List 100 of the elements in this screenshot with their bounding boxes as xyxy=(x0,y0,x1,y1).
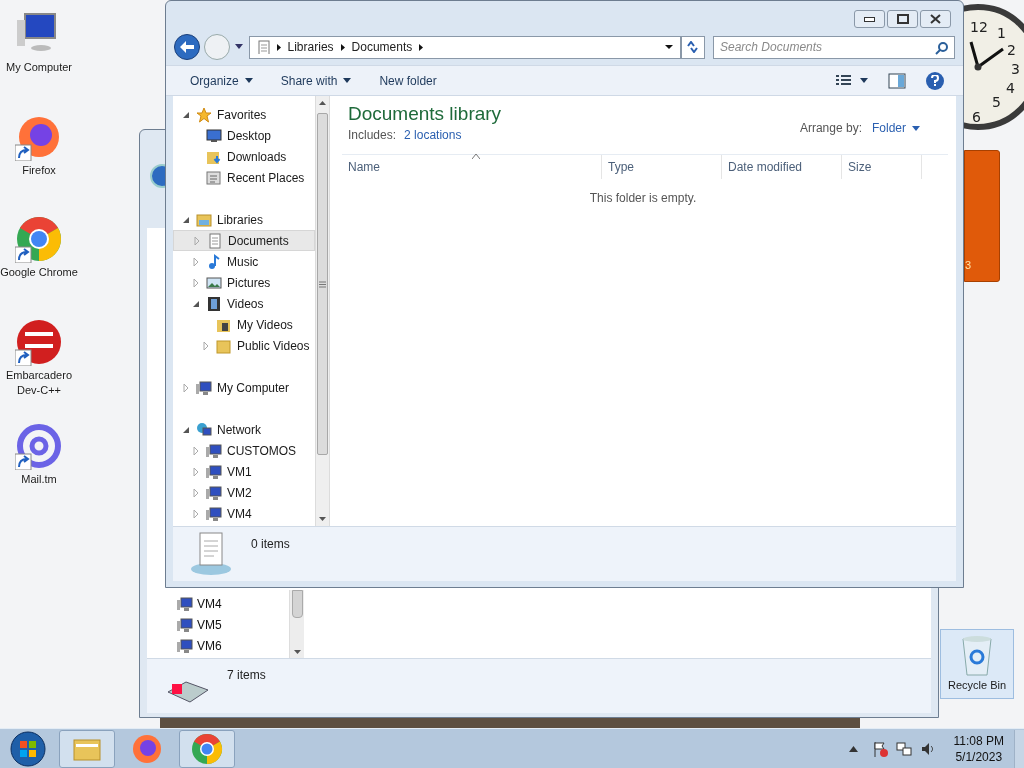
maximize-button[interactable] xyxy=(887,10,918,28)
nav-item[interactable]: VM5 xyxy=(197,615,222,634)
toolbar-button[interactable]: New folder xyxy=(369,68,447,93)
history-dropdown-icon xyxy=(233,43,244,51)
column-header[interactable]: Type xyxy=(602,155,722,179)
taskbar-button[interactable] xyxy=(59,729,115,768)
breadcrumb[interactable]: Documents xyxy=(351,38,413,56)
dropdown-caret-icon xyxy=(664,44,675,50)
tree-item[interactable]: Documents xyxy=(173,230,315,251)
preview-pane-button[interactable] xyxy=(888,72,906,89)
tree-item[interactable]: Recent Places xyxy=(173,167,315,188)
clock-time[interactable]: 11:08 PM xyxy=(953,732,1004,749)
tree-item[interactable]: Videos xyxy=(173,293,315,314)
scroll-down-icon xyxy=(318,516,327,522)
recycle-bin-label: Recycle Bin xyxy=(947,678,1007,693)
scrollbar-thumb[interactable] xyxy=(292,590,303,618)
caret-icon xyxy=(912,125,920,131)
tree-item[interactable]: My Computer xyxy=(173,377,315,398)
breadcrumb[interactable]: Libraries xyxy=(287,38,334,56)
tree-item[interactable]: CUSTOMOS xyxy=(173,440,315,461)
tree-item[interactable]: Network xyxy=(173,419,315,440)
tree-item[interactable]: Favorites xyxy=(173,104,315,125)
collapsed-arrow-icon[interactable] xyxy=(192,445,201,456)
network-icon xyxy=(196,421,212,438)
clock-numeral: 4 xyxy=(1006,81,1015,95)
empty-folder-message: This folder is empty. xyxy=(588,190,698,207)
scrollbar[interactable] xyxy=(289,590,304,658)
arrange-dropdown[interactable]: Folder xyxy=(872,119,920,137)
start-button[interactable] xyxy=(8,729,48,768)
taskbar-button[interactable] xyxy=(179,729,235,768)
scrollbar[interactable] xyxy=(315,96,330,526)
tree-item[interactable]: VM2 xyxy=(173,482,315,503)
chevron-icon xyxy=(418,42,425,52)
preview-pane-icon xyxy=(888,72,906,89)
clock-numeral: 2 xyxy=(1007,43,1016,57)
tree-item[interactable]: Downloads xyxy=(173,146,315,167)
scrollbar-thumb[interactable] xyxy=(317,113,328,455)
picture-icon xyxy=(206,274,222,291)
clock-date[interactable]: 5/1/2023 xyxy=(955,748,1003,765)
toolbar-button[interactable]: Share with xyxy=(270,68,362,93)
chrome-logo-shortcut-icon[interactable] xyxy=(15,215,63,263)
tree-item[interactable]: VM1 xyxy=(173,461,315,482)
help-button[interactable] xyxy=(926,71,944,90)
clock-numeral: 5 xyxy=(992,95,1001,109)
column-header[interactable]: Date modified xyxy=(722,155,842,179)
computer-icon xyxy=(177,616,193,633)
toolbar-button[interactable]: Organize xyxy=(180,68,263,93)
recycle-bin-item[interactable]: Recycle Bin xyxy=(940,629,1014,699)
document-icon xyxy=(255,40,270,54)
list-view-icon xyxy=(836,74,852,87)
chevron-icon xyxy=(275,42,282,52)
nav-item[interactable]: VM4 xyxy=(197,594,222,613)
tree-item[interactable]: Desktop xyxy=(173,125,315,146)
column-header[interactable]: Size xyxy=(842,155,922,179)
close-icon xyxy=(930,14,941,24)
collapsed-arrow-icon[interactable] xyxy=(192,508,201,519)
computer-icon xyxy=(177,595,193,612)
library-title: Documents library xyxy=(348,102,502,126)
document-icon xyxy=(207,232,223,249)
column-header[interactable]: Name xyxy=(342,155,602,179)
minimize-button[interactable] xyxy=(854,10,885,28)
refresh-button[interactable] xyxy=(681,35,705,59)
desktop-icon-label: Google Chrome xyxy=(0,265,78,280)
network-icon xyxy=(895,740,912,757)
collapsed-arrow-icon[interactable] xyxy=(192,256,201,267)
arrange-by-label: Arrange by: xyxy=(799,120,862,137)
flag-warning-icon xyxy=(871,740,888,757)
star-icon xyxy=(196,106,212,123)
collapsed-arrow-icon[interactable] xyxy=(202,340,211,351)
address-bar[interactable]: Libraries Documents xyxy=(248,35,682,59)
collapsed-arrow-icon[interactable] xyxy=(192,466,201,477)
chevron-icon xyxy=(339,42,346,52)
trash-bin-icon xyxy=(959,633,995,677)
tree-item[interactable]: Libraries xyxy=(173,209,315,230)
tree-item[interactable]: VM4 xyxy=(173,503,315,524)
folder-icon xyxy=(216,337,232,354)
collapsed-arrow-icon[interactable] xyxy=(192,277,201,288)
desktop-icon-label: My Computer xyxy=(6,60,72,75)
search-field[interactable]: Search Documents xyxy=(713,35,955,59)
computer-icon xyxy=(206,505,222,522)
nav-item[interactable]: VM6 xyxy=(197,636,222,655)
tree-item[interactable]: Music xyxy=(173,251,315,272)
view-options-button[interactable] xyxy=(836,74,868,87)
locations-link[interactable]: 2 locations xyxy=(404,126,462,144)
tree-item[interactable]: Public Videos xyxy=(173,335,315,356)
tree-item[interactable]: My Videos xyxy=(173,314,315,335)
close-button[interactable] xyxy=(920,10,951,28)
includes-label: Includes: xyxy=(348,127,397,144)
collapsed-arrow-icon[interactable] xyxy=(193,235,202,246)
back-button[interactable] xyxy=(174,34,200,60)
collapsed-arrow-icon[interactable] xyxy=(182,382,191,393)
minimize-icon xyxy=(864,16,875,22)
refresh-arrows-icon xyxy=(686,41,701,53)
dev-cpp-logo-shortcut-icon[interactable] xyxy=(15,318,63,366)
collapsed-arrow-icon[interactable] xyxy=(192,487,201,498)
chrome-logo-icon xyxy=(191,732,223,765)
tree-item[interactable]: Pictures xyxy=(173,272,315,293)
at-sign-shortcut-icon[interactable] xyxy=(15,422,63,470)
library-folder-icon xyxy=(196,211,212,228)
caret-icon xyxy=(244,78,253,83)
